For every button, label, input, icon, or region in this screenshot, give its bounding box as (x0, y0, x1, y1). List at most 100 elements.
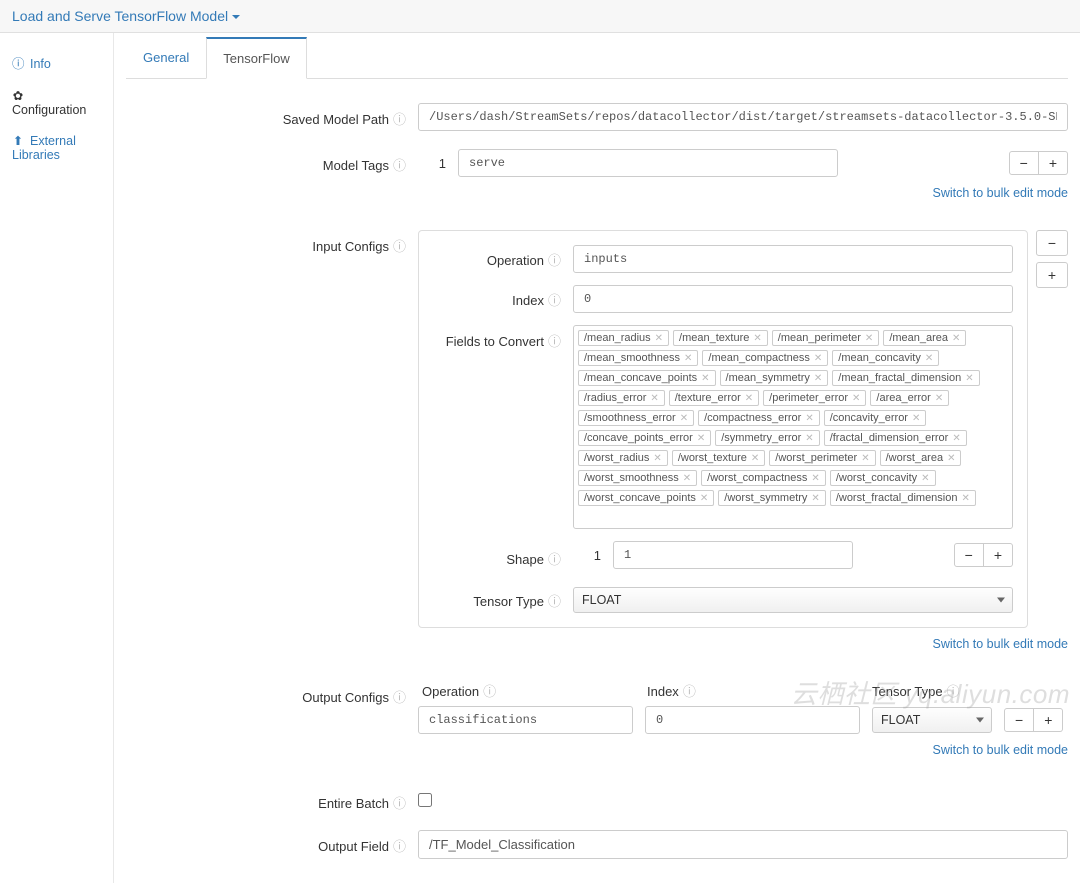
entire-batch-checkbox[interactable] (418, 793, 432, 807)
breadcrumb-title[interactable]: Load and Serve TensorFlow Model (12, 8, 240, 24)
field-tag[interactable]: /worst_concave_points✕ (578, 490, 714, 506)
remove-tag-icon[interactable]: ✕ (805, 433, 813, 444)
field-tag[interactable]: /symmetry_error✕ (715, 430, 819, 446)
field-tag[interactable]: /concave_points_error✕ (578, 430, 711, 446)
field-tag[interactable]: /worst_texture✕ (672, 450, 765, 466)
remove-tag-icon[interactable]: ✕ (952, 433, 960, 444)
field-tag[interactable]: /fractal_dimension_error✕ (824, 430, 967, 446)
remove-tag-icon[interactable]: ✕ (961, 493, 969, 504)
field-tag[interactable]: /worst_symmetry✕ (718, 490, 826, 506)
field-tag[interactable]: /compactness_error✕ (698, 410, 820, 426)
remove-tag-icon[interactable]: ✕ (865, 333, 873, 344)
field-tag[interactable]: /mean_compactness✕ (702, 350, 828, 366)
remove-tag-icon[interactable]: ✕ (935, 393, 943, 404)
remove-tag-icon[interactable]: ✕ (912, 413, 920, 424)
switch-bulk-output-configs[interactable]: Switch to bulk edit mode (933, 743, 1069, 757)
help-icon[interactable]: ⓘ (548, 334, 561, 349)
operation-input[interactable] (573, 245, 1013, 273)
help-icon[interactable]: ⓘ (548, 594, 561, 609)
help-icon[interactable]: ⓘ (393, 796, 406, 811)
field-tag[interactable]: /mean_perimeter✕ (772, 330, 880, 346)
field-tag[interactable]: /worst_concavity✕ (830, 470, 936, 486)
remove-tag-icon[interactable]: ✕ (805, 413, 813, 424)
field-tag[interactable]: /perimeter_error✕ (763, 390, 866, 406)
switch-bulk-input-configs[interactable]: Switch to bulk edit mode (933, 637, 1069, 651)
index-input[interactable] (573, 285, 1013, 313)
field-tag[interactable]: /mean_area✕ (883, 330, 966, 346)
add-shape-button[interactable]: + (984, 543, 1013, 567)
remove-tag-icon[interactable]: ✕ (650, 393, 658, 404)
remove-tag-icon[interactable]: ✕ (751, 453, 759, 464)
remove-tag-icon[interactable]: ✕ (852, 393, 860, 404)
remove-tag-icon[interactable]: ✕ (653, 453, 661, 464)
add-output-config-button[interactable]: + (1034, 708, 1063, 732)
field-tag[interactable]: /worst_area✕ (880, 450, 962, 466)
remove-tag-icon[interactable]: ✕ (814, 373, 822, 384)
field-tag[interactable]: /mean_radius✕ (578, 330, 669, 346)
field-tag[interactable]: /texture_error✕ (669, 390, 759, 406)
field-tag[interactable]: /smoothness_error✕ (578, 410, 694, 426)
help-icon[interactable]: ⓘ (393, 239, 406, 254)
remove-tag-icon[interactable]: ✕ (921, 473, 929, 484)
saved-model-path-input[interactable] (418, 103, 1068, 131)
field-tag[interactable]: /mean_concavity✕ (832, 350, 939, 366)
remove-tag-icon[interactable]: ✕ (811, 473, 819, 484)
help-icon[interactable]: ⓘ (947, 684, 960, 699)
remove-tag-icon[interactable]: ✕ (655, 333, 663, 344)
sidebar-item-configuration[interactable]: ✿Configuration (0, 80, 113, 125)
remove-tag-icon[interactable]: ✕ (861, 453, 869, 464)
add-model-tag-button[interactable]: + (1039, 151, 1068, 175)
model-tag-input[interactable] (458, 149, 838, 177)
help-icon[interactable]: ⓘ (683, 684, 696, 699)
field-tag[interactable]: /mean_fractal_dimension✕ (832, 370, 979, 386)
field-tag[interactable]: /mean_symmetry✕ (720, 370, 829, 386)
field-tag[interactable]: /mean_concave_points✕ (578, 370, 716, 386)
tab-general[interactable]: General (126, 37, 206, 79)
remove-input-config-button[interactable]: − (1036, 230, 1068, 256)
field-tag[interactable]: /worst_radius✕ (578, 450, 668, 466)
field-tag[interactable]: /mean_smoothness✕ (578, 350, 698, 366)
output-index-input[interactable] (645, 706, 860, 734)
sidebar-item-info[interactable]: ⓘInfo (0, 45, 113, 80)
remove-tag-icon[interactable]: ✕ (965, 373, 973, 384)
field-tag[interactable]: /worst_smoothness✕ (578, 470, 697, 486)
field-tag[interactable]: /worst_compactness✕ (701, 470, 826, 486)
remove-tag-icon[interactable]: ✕ (701, 373, 709, 384)
remove-tag-icon[interactable]: ✕ (680, 413, 688, 424)
help-icon[interactable]: ⓘ (483, 684, 496, 699)
remove-model-tag-button[interactable]: − (1009, 151, 1039, 175)
help-icon[interactable]: ⓘ (548, 253, 561, 268)
remove-tag-icon[interactable]: ✕ (684, 353, 692, 364)
sidebar-item-external-libraries[interactable]: ⬆External Libraries (0, 125, 113, 170)
tensor-type-select[interactable]: FLOAT (573, 587, 1013, 613)
output-field-input[interactable] (418, 830, 1068, 859)
remove-tag-icon[interactable]: ✕ (925, 353, 933, 364)
remove-tag-icon[interactable]: ✕ (947, 453, 955, 464)
help-icon[interactable]: ⓘ (548, 552, 561, 567)
switch-bulk-model-tags[interactable]: Switch to bulk edit mode (933, 186, 1069, 200)
help-icon[interactable]: ⓘ (393, 690, 406, 705)
help-icon[interactable]: ⓘ (548, 293, 561, 308)
help-icon[interactable]: ⓘ (393, 112, 406, 127)
field-tag[interactable]: /worst_perimeter✕ (769, 450, 875, 466)
field-tag[interactable]: /mean_texture✕ (673, 330, 768, 346)
remove-tag-icon[interactable]: ✕ (683, 473, 691, 484)
field-tag[interactable]: /area_error✕ (870, 390, 949, 406)
remove-tag-icon[interactable]: ✕ (814, 353, 822, 364)
field-tag[interactable]: /worst_fractal_dimension✕ (830, 490, 976, 506)
help-icon[interactable]: ⓘ (393, 158, 406, 173)
remove-tag-icon[interactable]: ✕ (811, 493, 819, 504)
remove-tag-icon[interactable]: ✕ (753, 333, 761, 344)
output-tensor-type-select[interactable]: FLOAT (872, 707, 992, 733)
remove-tag-icon[interactable]: ✕ (745, 393, 753, 404)
tab-tensorflow[interactable]: TensorFlow (206, 37, 306, 79)
help-icon[interactable]: ⓘ (393, 839, 406, 854)
remove-output-config-button[interactable]: − (1004, 708, 1034, 732)
shape-input[interactable] (613, 541, 853, 569)
remove-shape-button[interactable]: − (954, 543, 984, 567)
remove-tag-icon[interactable]: ✕ (952, 333, 960, 344)
field-tag[interactable]: /concavity_error✕ (824, 410, 927, 426)
remove-tag-icon[interactable]: ✕ (700, 493, 708, 504)
output-operation-input[interactable] (418, 706, 633, 734)
field-tag[interactable]: /radius_error✕ (578, 390, 665, 406)
